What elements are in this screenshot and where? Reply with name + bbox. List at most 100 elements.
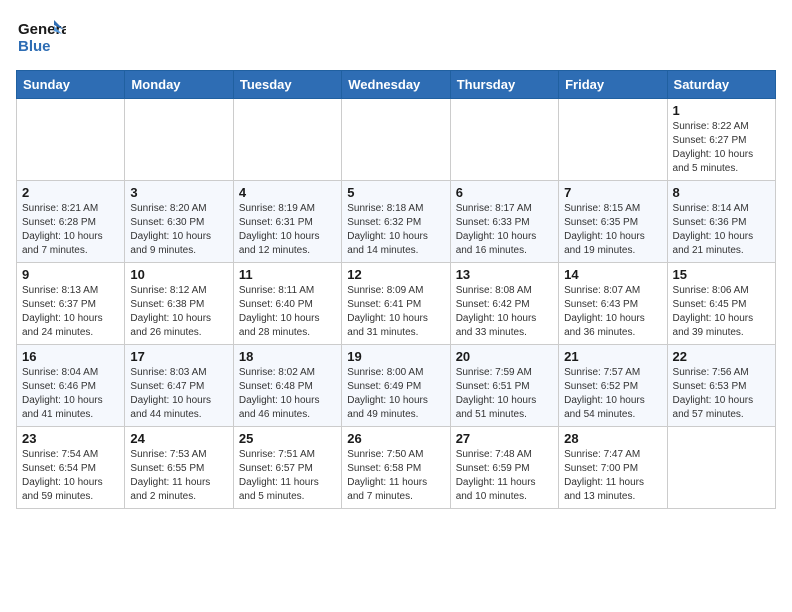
calendar-cell: 11 Sunrise: 8:11 AM Sunset: 6:40 PM Dayli… [233, 263, 341, 345]
calendar-cell [125, 99, 233, 181]
day-number: 13 [456, 267, 553, 282]
calendar-cell: 2 Sunrise: 8:21 AM Sunset: 6:28 PM Daylig… [17, 181, 125, 263]
day-number: 11 [239, 267, 336, 282]
day-info: Sunrise: 8:22 AM Sunset: 6:27 PM Dayligh… [673, 120, 770, 176]
day-info: Sunrise: 8:08 AM Sunset: 6:42 PM Dayligh… [456, 284, 553, 340]
day-number: 21 [564, 349, 661, 364]
calendar-cell: 28 Sunrise: 7:47 AM Sunset: 7:00 PM Dayli… [559, 427, 667, 509]
day-number: 12 [347, 267, 444, 282]
day-info: Sunrise: 7:47 AM Sunset: 7:00 PM Dayligh… [564, 448, 661, 504]
calendar-cell: 3Sunrise: 8:20 AM Sunset: 6:30 PM Daylig… [125, 181, 233, 263]
calendar-cell: 9 Sunrise: 8:13 AM Sunset: 6:37 PM Daylig… [17, 263, 125, 345]
day-number: 15 [673, 267, 770, 282]
day-number: 27 [456, 431, 553, 446]
day-info: Sunrise: 8:11 AM Sunset: 6:40 PM Dayligh… [239, 284, 336, 340]
calendar-week-row: 23 Sunrise: 7:54 AM Sunset: 6:54 PM Dayli… [17, 427, 776, 509]
calendar-cell: 20 Sunrise: 7:59 AM Sunset: 6:51 PM Dayli… [450, 345, 558, 427]
day-info: Sunrise: 8:06 AM Sunset: 6:45 PM Dayligh… [673, 284, 770, 340]
day-number: 8 [673, 185, 770, 200]
calendar-cell: 23 Sunrise: 7:54 AM Sunset: 6:54 PM Dayli… [17, 427, 125, 509]
day-info: Sunrise: 7:53 AM Sunset: 6:55 PM Dayligh… [130, 448, 227, 504]
day-number: 20 [456, 349, 553, 364]
day-info: Sunrise: 8:00 AM Sunset: 6:49 PM Dayligh… [347, 366, 444, 422]
calendar-cell: 1 Sunrise: 8:22 AM Sunset: 6:27 PM Daylig… [667, 99, 775, 181]
calendar-cell [667, 427, 775, 509]
calendar-cell: 14 Sunrise: 8:07 AM Sunset: 6:43 PM Dayli… [559, 263, 667, 345]
calendar-cell [342, 99, 450, 181]
day-info: Sunrise: 8:04 AM Sunset: 6:46 PM Dayligh… [22, 366, 119, 422]
calendar-cell: 24 Sunrise: 7:53 AM Sunset: 6:55 PM Dayli… [125, 427, 233, 509]
calendar-cell: 6 Sunrise: 8:17 AM Sunset: 6:33 PM Daylig… [450, 181, 558, 263]
day-info: Sunrise: 7:48 AM Sunset: 6:59 PM Dayligh… [456, 448, 553, 504]
calendar-cell: 22 Sunrise: 7:56 AM Sunset: 6:53 PM Dayli… [667, 345, 775, 427]
calendar-cell: 12 Sunrise: 8:09 AM Sunset: 6:41 PM Dayli… [342, 263, 450, 345]
day-info: Sunrise: 7:59 AM Sunset: 6:51 PM Dayligh… [456, 366, 553, 422]
weekday-header-monday: Monday [125, 71, 233, 99]
day-number: 23 [22, 431, 119, 446]
weekday-header-row: SundayMondayTuesdayWednesdayThursdayFrid… [17, 71, 776, 99]
day-info: Sunrise: 8:15 AM Sunset: 6:35 PM Dayligh… [564, 202, 661, 258]
day-number: 4 [239, 185, 336, 200]
day-info: Sunrise: 8:21 AM Sunset: 6:28 PM Dayligh… [22, 202, 119, 258]
calendar-cell: 10Sunrise: 8:12 AM Sunset: 6:38 PM Dayli… [125, 263, 233, 345]
calendar-cell: 19 Sunrise: 8:00 AM Sunset: 6:49 PM Dayli… [342, 345, 450, 427]
logo: GeneralBlue [16, 16, 66, 60]
weekday-header-thursday: Thursday [450, 71, 558, 99]
day-number: 24 [130, 431, 227, 446]
day-info: Sunrise: 7:56 AM Sunset: 6:53 PM Dayligh… [673, 366, 770, 422]
calendar-cell: 27 Sunrise: 7:48 AM Sunset: 6:59 PM Dayli… [450, 427, 558, 509]
day-info: Sunrise: 8:09 AM Sunset: 6:41 PM Dayligh… [347, 284, 444, 340]
day-number: 18 [239, 349, 336, 364]
day-info: Sunrise: 7:57 AM Sunset: 6:52 PM Dayligh… [564, 366, 661, 422]
day-info: Sunrise: 8:13 AM Sunset: 6:37 PM Dayligh… [22, 284, 119, 340]
calendar-week-row: 1 Sunrise: 8:22 AM Sunset: 6:27 PM Daylig… [17, 99, 776, 181]
day-number: 17 [130, 349, 227, 364]
day-info: Sunrise: 7:54 AM Sunset: 6:54 PM Dayligh… [22, 448, 119, 504]
day-info: Sunrise: 8:14 AM Sunset: 6:36 PM Dayligh… [673, 202, 770, 258]
day-info: Sunrise: 8:19 AM Sunset: 6:31 PM Dayligh… [239, 202, 336, 258]
calendar-cell: 4 Sunrise: 8:19 AM Sunset: 6:31 PM Daylig… [233, 181, 341, 263]
day-number: 25 [239, 431, 336, 446]
day-info: Sunrise: 8:03 AM Sunset: 6:47 PM Dayligh… [130, 366, 227, 422]
day-info: Sunrise: 8:07 AM Sunset: 6:43 PM Dayligh… [564, 284, 661, 340]
page-header: GeneralBlue [16, 16, 776, 60]
calendar-cell: 26Sunrise: 7:50 AM Sunset: 6:58 PM Dayli… [342, 427, 450, 509]
calendar-cell: 15 Sunrise: 8:06 AM Sunset: 6:45 PM Dayli… [667, 263, 775, 345]
day-number: 14 [564, 267, 661, 282]
calendar-cell: 7 Sunrise: 8:15 AM Sunset: 6:35 PM Daylig… [559, 181, 667, 263]
calendar-table: SundayMondayTuesdayWednesdayThursdayFrid… [16, 70, 776, 509]
calendar-cell: 25 Sunrise: 7:51 AM Sunset: 6:57 PM Dayli… [233, 427, 341, 509]
calendar-cell: 21 Sunrise: 7:57 AM Sunset: 6:52 PM Dayli… [559, 345, 667, 427]
day-number: 19 [347, 349, 444, 364]
day-number: 2 [22, 185, 119, 200]
calendar-week-row: 16 Sunrise: 8:04 AM Sunset: 6:46 PM Dayli… [17, 345, 776, 427]
calendar-cell [450, 99, 558, 181]
calendar-week-row: 9 Sunrise: 8:13 AM Sunset: 6:37 PM Daylig… [17, 263, 776, 345]
calendar-cell [559, 99, 667, 181]
day-number: 28 [564, 431, 661, 446]
calendar-cell: 16 Sunrise: 8:04 AM Sunset: 6:46 PM Dayli… [17, 345, 125, 427]
day-info: Sunrise: 8:18 AM Sunset: 6:32 PM Dayligh… [347, 202, 444, 258]
day-number: 5 [347, 185, 444, 200]
calendar-cell: 13 Sunrise: 8:08 AM Sunset: 6:42 PM Dayli… [450, 263, 558, 345]
day-info: Sunrise: 7:50 AM Sunset: 6:58 PM Dayligh… [347, 448, 444, 504]
calendar-cell: 17 Sunrise: 8:03 AM Sunset: 6:47 PM Dayli… [125, 345, 233, 427]
calendar-cell: 5 Sunrise: 8:18 AM Sunset: 6:32 PM Daylig… [342, 181, 450, 263]
day-number: 3 [130, 185, 227, 200]
calendar-week-row: 2 Sunrise: 8:21 AM Sunset: 6:28 PM Daylig… [17, 181, 776, 263]
svg-text:General: General [18, 21, 66, 38]
day-number: 6 [456, 185, 553, 200]
day-info: Sunrise: 8:17 AM Sunset: 6:33 PM Dayligh… [456, 202, 553, 258]
weekday-header-friday: Friday [559, 71, 667, 99]
day-number: 22 [673, 349, 770, 364]
calendar-cell [233, 99, 341, 181]
day-number: 9 [22, 267, 119, 282]
calendar-cell: 8 Sunrise: 8:14 AM Sunset: 6:36 PM Daylig… [667, 181, 775, 263]
weekday-header-saturday: Saturday [667, 71, 775, 99]
day-number: 7 [564, 185, 661, 200]
weekday-header-sunday: Sunday [17, 71, 125, 99]
weekday-header-wednesday: Wednesday [342, 71, 450, 99]
day-number: 16 [22, 349, 119, 364]
day-number: 1 [673, 103, 770, 118]
day-info: Sunrise: 7:51 AM Sunset: 6:57 PM Dayligh… [239, 448, 336, 504]
